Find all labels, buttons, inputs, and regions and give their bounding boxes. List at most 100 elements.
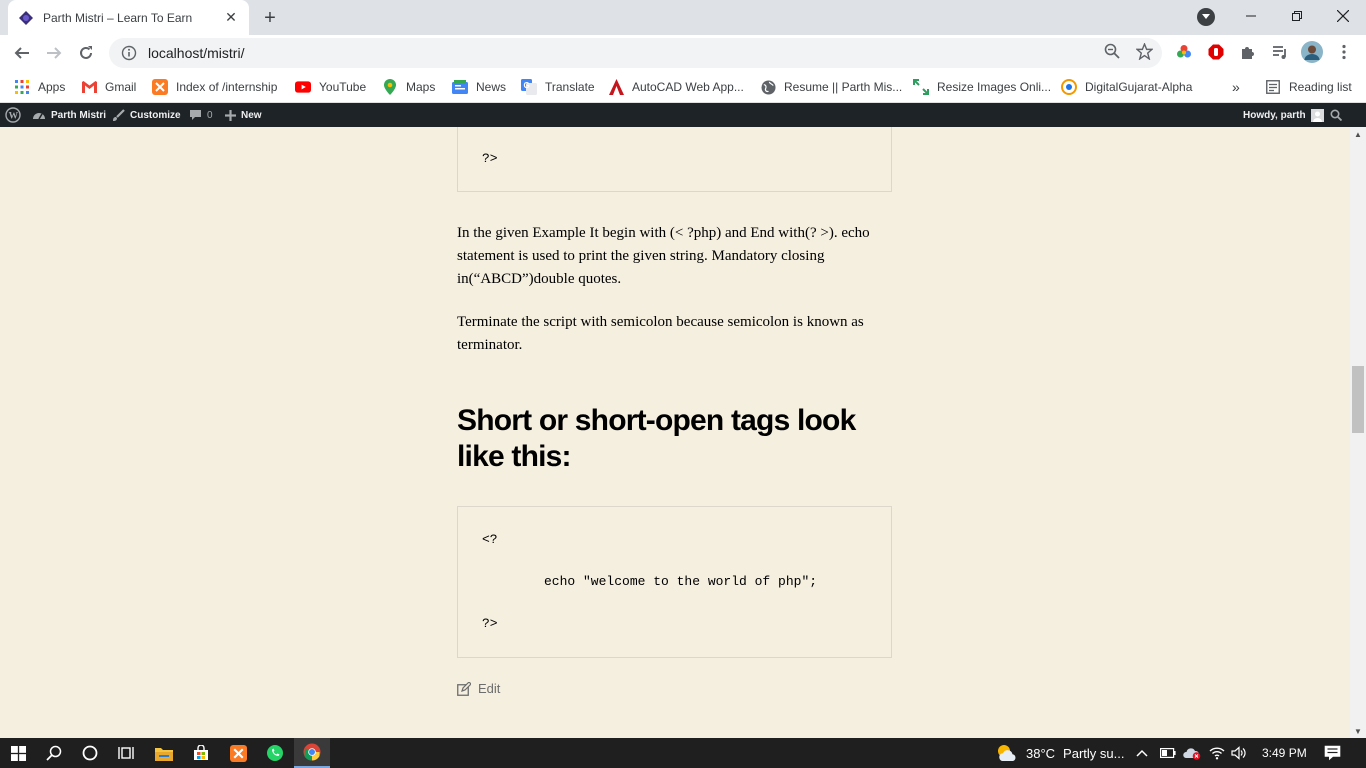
bookmark-label: Resume || Parth Mis... [784, 80, 903, 94]
browser-toolbar: localhost/mistri/ [0, 35, 1366, 71]
section-heading: Short or short-open tags look like this: [457, 404, 856, 473]
onedrive-error-icon[interactable] [1183, 738, 1201, 768]
close-window-button[interactable] [1320, 0, 1366, 32]
scroll-down-arrow-icon[interactable]: ▼ [1350, 724, 1366, 738]
tab-title: Parth Mistri – Learn To Earn [43, 10, 193, 25]
bookmark-label: Translate [545, 80, 595, 94]
chrome-taskbar-icon[interactable] [294, 738, 330, 768]
wp-customize[interactable]: Customize [112, 103, 181, 127]
whatsapp-icon[interactable] [257, 738, 293, 768]
forward-button[interactable] [40, 39, 68, 67]
windows-start-icon[interactable] [0, 738, 36, 768]
weather-widget[interactable]: 38°C Partly su... [996, 738, 1124, 768]
wp-site-name-label: Parth Mistri [51, 109, 107, 121]
adblock-extension-icon[interactable] [1206, 42, 1226, 62]
bookmarks-overflow-button[interactable]: » [1232, 79, 1240, 95]
minimize-button[interactable] [1228, 0, 1274, 32]
tab-search-icon[interactable] [1197, 8, 1215, 26]
scroll-up-arrow-icon[interactable]: ▲ [1350, 127, 1366, 141]
code-line: <? [482, 532, 498, 547]
tab-strip: Parth Mistri – Learn To Earn ✕ + [0, 0, 1366, 35]
wp-my-account[interactable]: Howdy, parth [1243, 103, 1324, 127]
gmail-icon [81, 79, 97, 95]
page-scrollbar[interactable]: ▲ ▼ [1350, 127, 1366, 738]
wifi-icon[interactable] [1209, 738, 1225, 768]
bookmark-star-icon[interactable] [1135, 42, 1153, 60]
reading-list-label: Reading list [1289, 80, 1352, 94]
bookmarks-bar: Apps Gmail Index of /internship YouTube … [0, 71, 1366, 103]
bookmark-maps[interactable]: Maps [382, 75, 435, 99]
xampp-taskbar-icon[interactable] [220, 738, 256, 768]
task-view-icon[interactable] [108, 738, 144, 768]
windows-taskbar: 38°C Partly su... 3:49 PM [0, 738, 1366, 768]
bookmark-news[interactable]: News [452, 75, 506, 99]
bookmark-autocad[interactable]: AutoCAD Web App... [608, 75, 744, 99]
scrollbar-thumb[interactable] [1352, 366, 1364, 433]
bookmark-label: AutoCAD Web App... [632, 80, 744, 94]
color-picker-extension-icon[interactable] [1174, 42, 1194, 62]
new-tab-button[interactable]: + [258, 6, 282, 30]
wp-customize-label: Customize [130, 109, 181, 121]
restore-button[interactable] [1274, 0, 1320, 32]
bookmark-label: YouTube [319, 80, 367, 94]
microsoft-store-icon[interactable] [183, 738, 219, 768]
news-icon [452, 79, 468, 95]
wp-site-name[interactable]: Parth Mistri [32, 103, 106, 127]
bookmark-label: Resize Images Onli... [937, 80, 1052, 94]
bookmark-label: Index of /internship [176, 80, 278, 94]
taskbar-search-icon[interactable] [36, 738, 72, 768]
bookmark-apps[interactable]: Apps [14, 75, 65, 99]
youtube-icon [295, 79, 311, 95]
system-clock[interactable]: 3:49 PM [1262, 738, 1307, 768]
weather-description: Partly su... [1063, 745, 1125, 761]
zoom-icon[interactable] [1103, 42, 1121, 60]
user-avatar-icon [1310, 108, 1324, 122]
wp-comments-count: 0 [207, 109, 213, 121]
reload-button[interactable] [72, 39, 100, 67]
reading-list-icon [1266, 80, 1280, 94]
bookmark-internship[interactable]: Index of /internship [152, 75, 277, 99]
edit-link[interactable]: Edit [457, 681, 500, 696]
code-block-top: ?> [457, 127, 892, 192]
wp-howdy-label: Howdy, parth [1243, 109, 1306, 121]
edit-pencil-icon [457, 681, 471, 696]
bookmark-label: Gmail [105, 80, 137, 94]
bookmark-digitalgujarat[interactable]: DigitalGujarat-Alpha [1061, 75, 1192, 99]
file-explorer-icon[interactable] [146, 738, 182, 768]
bookmark-gmail[interactable]: Gmail [81, 75, 136, 99]
cortana-icon[interactable] [72, 738, 108, 768]
action-center-icon[interactable] [1324, 738, 1341, 768]
bookmark-resume[interactable]: Resume || Parth Mis... [760, 75, 902, 99]
media-queue-icon[interactable] [1270, 42, 1290, 62]
bookmark-translate[interactable]: G Translate [521, 75, 595, 99]
show-hidden-icons-chevron-icon[interactable] [1136, 738, 1148, 768]
browser-tab[interactable]: Parth Mistri – Learn To Earn ✕ [8, 0, 249, 35]
url-text: localhost/mistri/ [148, 45, 245, 61]
wordpress-logo-icon[interactable]: W [5, 103, 21, 127]
bookmark-label: Maps [406, 80, 436, 94]
wp-search-icon[interactable] [1330, 103, 1342, 127]
bookmark-youtube[interactable]: YouTube [295, 75, 366, 99]
tab-close-icon[interactable]: ✕ [223, 9, 239, 26]
plus-icon [225, 109, 236, 121]
apps-grid-icon [14, 79, 30, 95]
profile-avatar[interactable] [1301, 41, 1323, 63]
comment-bubble-icon [189, 109, 202, 121]
site-info-icon[interactable] [121, 45, 137, 61]
volume-icon[interactable] [1231, 738, 1247, 768]
partly-sunny-weather-icon [996, 744, 1018, 762]
edit-label: Edit [478, 681, 501, 696]
page-content: ?> In the given Example It begin with (<… [0, 127, 1350, 738]
bookmark-resize-images[interactable]: Resize Images Onli... [913, 75, 1051, 99]
extensions-puzzle-icon[interactable] [1238, 42, 1258, 62]
weather-temperature: 38°C [1026, 745, 1056, 761]
translate-icon: G [521, 79, 537, 95]
battery-icon[interactable] [1160, 738, 1176, 768]
wp-comments[interactable]: 0 [189, 103, 213, 127]
chrome-menu-icon[interactable] [1334, 42, 1354, 62]
back-button[interactable] [8, 39, 36, 67]
reading-list-button[interactable]: Reading list [1266, 75, 1352, 99]
wp-admin-bar: W Parth Mistri Customize 0 New Howdy, pa… [0, 103, 1366, 127]
wp-new-content[interactable]: New [225, 103, 262, 127]
address-bar[interactable]: localhost/mistri/ [109, 38, 1162, 68]
